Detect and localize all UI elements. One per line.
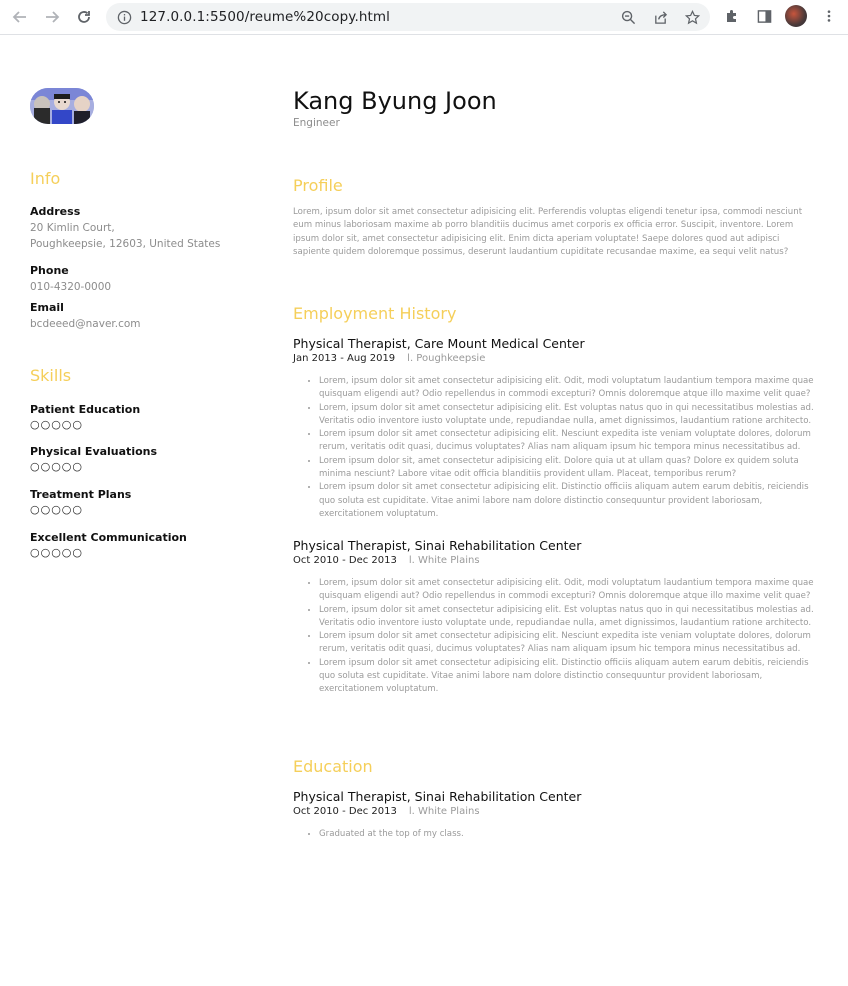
employment-title: Employment History — [293, 304, 457, 323]
education-location: l. White Plains — [408, 806, 480, 817]
list-item: Lorem ipsum dolor sit, amet consectetur … — [319, 455, 819, 482]
browser-toolbar: 127.0.0.1:5500/reume%20copy.html — [0, 0, 848, 35]
education-meta: Oct 2010 - Dec 2013 l. White Plains — [293, 806, 819, 817]
skills-title: Skills — [30, 366, 72, 385]
list-item: Lorem, ipsum dolor sit amet consectetur … — [319, 604, 819, 631]
job-bullets: Lorem, ipsum dolor sit amet consectetur … — [293, 577, 819, 697]
job-dates: Jan 2013 - Aug 2019 — [293, 353, 396, 364]
share-icon[interactable] — [652, 9, 668, 25]
extensions-icon[interactable] — [723, 7, 741, 25]
job-bullets: Lorem, ipsum dolor sit amet consectetur … — [293, 375, 819, 521]
education-dates: Oct 2010 - Dec 2013 — [293, 806, 397, 817]
list-item: Graduated at the top of my class. — [319, 828, 819, 841]
skill-item: Physical Evaluations ○○○○○ — [30, 445, 157, 473]
skill-name: Physical Evaluations — [30, 445, 158, 458]
info-title: Info — [30, 169, 61, 188]
profile-text: Lorem, ipsum dolor sit amet consectetur … — [293, 207, 803, 257]
education-entry: Physical Therapist, Sinai Rehabilitation… — [293, 789, 819, 841]
person-name: Kang Byung Joon — [293, 87, 497, 115]
side-panel-icon[interactable] — [755, 7, 773, 25]
skill-name: Patient Education — [30, 403, 141, 416]
skill-name: Excellent Communication — [30, 531, 187, 544]
phone-label: Phone — [30, 264, 69, 277]
skill-rating: ○○○○○ — [30, 546, 83, 559]
skill-rating: ○○○○○ — [30, 418, 83, 431]
profile-title: Profile — [293, 176, 343, 195]
list-item: Lorem ipsum dolor sit amet consectetur a… — [319, 630, 819, 657]
email-value: bcdeeed@naver.com — [30, 318, 141, 330]
skill-name: Treatment Plans — [30, 488, 132, 501]
address-line-1: 20 Kimlin Court, — [30, 222, 115, 234]
resume-page: Info Address 20 Kimlin Court, Poughkeeps… — [0, 35, 848, 986]
job-entry: Physical Therapist, Care Mount Medical C… — [293, 336, 819, 521]
list-item: Lorem ipsum dolor sit amet consectetur a… — [319, 428, 819, 455]
education-entry-title: Physical Therapist, Sinai Rehabilitation… — [293, 789, 582, 804]
list-item: Lorem ipsum dolor sit amet consectetur a… — [319, 481, 819, 521]
back-arrow-icon[interactable] — [10, 7, 30, 27]
info-icon[interactable] — [116, 9, 132, 25]
list-item: Lorem, ipsum dolor sit amet consectetur … — [319, 375, 819, 402]
skill-rating: ○○○○○ — [30, 503, 83, 516]
person-role: Engineer — [293, 117, 340, 129]
education-title: Education — [293, 757, 373, 776]
job-meta: Jan 2013 - Aug 2019 l. Poughkeepsie — [293, 353, 819, 364]
profile-avatar[interactable] — [785, 5, 807, 27]
address-line-2: Poughkeepsie, 12603, United States — [30, 238, 221, 250]
education-bullets: Graduated at the top of my class. — [293, 828, 819, 841]
bookmark-star-icon[interactable] — [684, 9, 700, 25]
skill-item: Excellent Communication ○○○○○ — [30, 531, 187, 559]
forward-arrow-icon[interactable] — [42, 7, 62, 27]
job-title: Physical Therapist, Care Mount Medical C… — [293, 336, 585, 351]
profile-photo — [30, 88, 94, 124]
job-dates: Oct 2010 - Dec 2013 — [293, 555, 397, 566]
list-item: Lorem, ipsum dolor sit amet consectetur … — [319, 577, 819, 604]
email-label: Email — [30, 301, 64, 314]
address-value: 20 Kimlin Court, Poughkeepsie, 12603, Un… — [30, 220, 260, 252]
phone-value: 010-4320-0000 — [30, 281, 112, 293]
address-label: Address — [30, 205, 81, 218]
skill-item: Patient Education ○○○○○ — [30, 403, 140, 431]
job-title: Physical Therapist, Sinai Rehabilitation… — [293, 538, 582, 553]
zoom-out-icon[interactable] — [620, 9, 636, 25]
list-item: Lorem ipsum dolor sit amet consectetur a… — [319, 657, 819, 697]
job-location: l. Poughkeepsie — [407, 353, 486, 364]
list-item: Lorem, ipsum dolor sit amet consectetur … — [319, 402, 819, 429]
address-bar[interactable]: 127.0.0.1:5500/reume%20copy.html — [106, 3, 710, 31]
skill-rating: ○○○○○ — [30, 460, 83, 473]
reload-icon[interactable] — [74, 7, 94, 27]
job-meta: Oct 2010 - Dec 2013 l. White Plains — [293, 555, 819, 566]
url-text[interactable]: 127.0.0.1:5500/reume%20copy.html — [140, 9, 390, 25]
job-location: l. White Plains — [408, 555, 480, 566]
menu-kebab-icon[interactable] — [820, 7, 838, 25]
job-entry: Physical Therapist, Sinai Rehabilitation… — [293, 538, 819, 697]
skill-item: Treatment Plans ○○○○○ — [30, 488, 131, 516]
